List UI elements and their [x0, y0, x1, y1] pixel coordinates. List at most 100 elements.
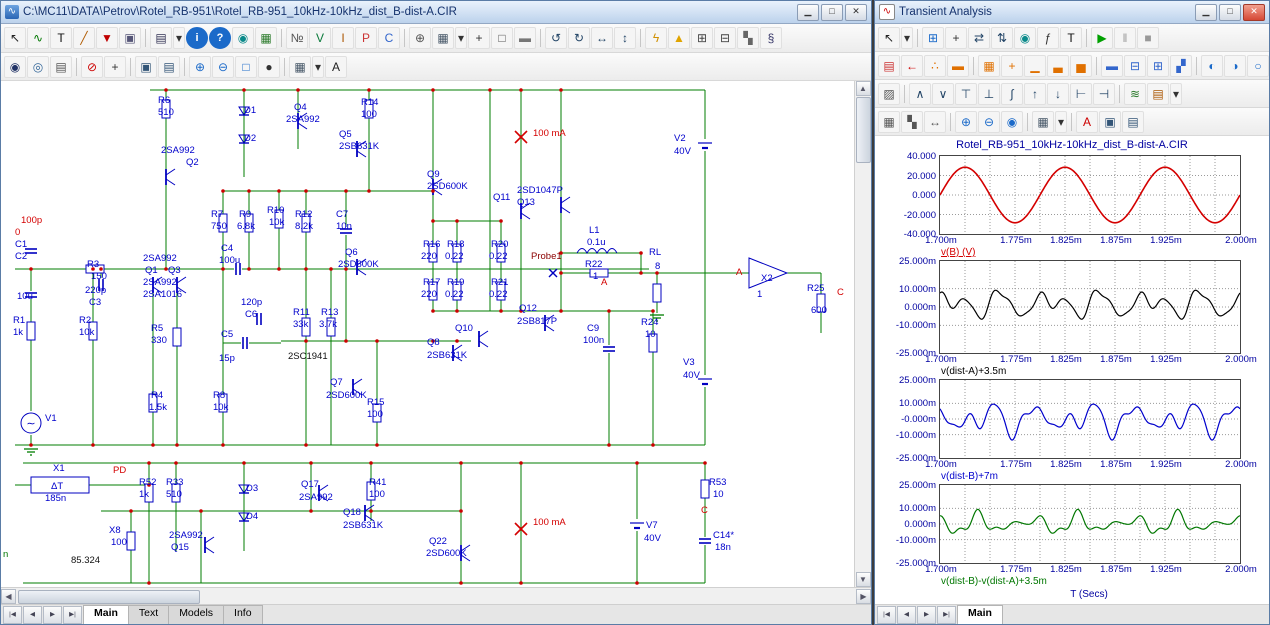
point-tag-icon[interactable]: ⇄	[968, 27, 990, 49]
waveform-label-4[interactable]: v(dist-B)-v(dist-A)+3.5m	[941, 576, 1269, 589]
grid-dropdown-icon[interactable]: ▾	[1055, 111, 1067, 133]
font-color-icon[interactable]: A	[1076, 111, 1098, 133]
help-topics-icon[interactable]: §	[760, 27, 782, 49]
go-to-low-icon[interactable]: ⊥	[978, 83, 1000, 105]
wire-mode-icon[interactable]: ∿	[27, 27, 49, 49]
edit-limits-icon[interactable]: ▨	[878, 83, 900, 105]
plot-2[interactable]: 25.000m10.000m0.000m-10.000m-25.000m	[939, 260, 1241, 354]
cursor-mode-icon[interactable]: +	[945, 27, 967, 49]
copy-page-icon[interactable]: ▤	[1122, 111, 1144, 133]
waveform-plot-area[interactable]: Rotel_RB-951_10kHz-10kHz_dist_B-dist-A.C…	[875, 136, 1269, 604]
clipboard-icon[interactable]: ▤	[1147, 83, 1169, 105]
split-plots-icon[interactable]: ▞	[1170, 55, 1192, 77]
grid-toggle-icon[interactable]: ▦	[432, 27, 454, 49]
horizontal-axis-icon[interactable]: ▃	[1047, 55, 1069, 77]
power-display-icon[interactable]: P	[355, 27, 377, 49]
go-to-valley-icon[interactable]: ∨	[932, 83, 954, 105]
link-mode-icon[interactable]: ◉	[232, 27, 254, 49]
go-to-peak-icon[interactable]: ∧	[909, 83, 931, 105]
zoom-ratio-icon[interactable]: ◉	[1001, 111, 1023, 133]
horizontal-scrollbar[interactable]: ◀ ▶	[1, 587, 871, 604]
waveform-label-2[interactable]: v(dist-A)+3.5m	[941, 366, 1269, 379]
one-plot-icon[interactable]: ▬	[1101, 55, 1123, 77]
warning-icon[interactable]: ▲	[668, 27, 690, 49]
graphics-mode-icon[interactable]: ╱	[73, 27, 95, 49]
close-button[interactable]: ✕	[1243, 4, 1265, 21]
pin-connections-icon[interactable]: ⊕	[409, 27, 431, 49]
tab-nav-next-button[interactable]: ▶	[917, 606, 936, 624]
condition-display-icon[interactable]: C	[378, 27, 400, 49]
scale-mode-icon[interactable]: ⊞	[922, 27, 944, 49]
grid-toggle-icon[interactable]: ▦	[1032, 111, 1054, 133]
tab-nav-first-button[interactable]: |◀	[3, 606, 22, 624]
vertical-tag-icon[interactable]: ⇅	[991, 27, 1013, 49]
grid-dropdown-icon[interactable]: ▾	[455, 27, 467, 49]
component-dropdown-icon[interactable]: ▾	[173, 27, 185, 49]
tile-windows-icon[interactable]: ▚	[737, 27, 759, 49]
current-display-icon[interactable]: I	[332, 27, 354, 49]
minimize-button[interactable]: ▁	[1195, 4, 1217, 21]
run-icon[interactable]: ▶	[1091, 27, 1113, 49]
find-icon[interactable]: ◉	[4, 56, 26, 78]
info-mode-icon[interactable]: i	[186, 27, 208, 49]
title-block-icon[interactable]: ▬	[514, 27, 536, 49]
vertical-scroll-thumb[interactable]	[856, 97, 871, 163]
zoom-in-icon[interactable]: ⊕	[955, 111, 977, 133]
analysis-limits-icon[interactable]: ▤	[878, 55, 900, 77]
cursor-right-icon[interactable]: ⊣	[1093, 83, 1115, 105]
tokens-icon[interactable]: ▬	[947, 55, 969, 77]
zoom-out-icon[interactable]: ⊖	[212, 56, 234, 78]
go-to-inflection-icon[interactable]: ∫	[1001, 83, 1023, 105]
waveform-label-3[interactable]: v(dist-B)+7m	[941, 471, 1269, 484]
calculator-icon[interactable]: ▦	[878, 111, 900, 133]
data-points-icon[interactable]: ∴	[924, 55, 946, 77]
node-numbers-icon[interactable]: №	[286, 27, 308, 49]
font-icon[interactable]: A	[325, 56, 347, 78]
tab-nav-next-button[interactable]: ▶	[43, 606, 62, 624]
text-mode-icon[interactable]: T	[50, 27, 72, 49]
tab-models[interactable]: Models	[168, 605, 224, 624]
add-part-icon[interactable]: +	[104, 56, 126, 78]
tab-nav-prev-button[interactable]: ◀	[23, 606, 42, 624]
zoom-area-icon[interactable]: □	[235, 56, 257, 78]
waveform-label-1[interactable]: v(B) (V)	[941, 247, 1269, 260]
node-voltages-icon[interactable]: V	[309, 27, 331, 49]
flip-y-icon[interactable]: ↕	[614, 27, 636, 49]
ruler-icon[interactable]: ▦	[978, 55, 1000, 77]
stop-icon[interactable]: ■	[1137, 27, 1159, 49]
rotate-ccw-icon[interactable]: ↺	[545, 27, 567, 49]
picture-mode-icon[interactable]: ▣	[119, 27, 141, 49]
global-high-icon[interactable]: ↑	[1024, 83, 1046, 105]
scroll-down-button[interactable]: ▼	[856, 572, 871, 587]
tab-main[interactable]: Main	[83, 605, 129, 624]
pan-icon[interactable]: ↔	[924, 111, 946, 133]
copy-picture-icon[interactable]: ▣	[1099, 111, 1121, 133]
waveform-buffer-icon[interactable]: ≋	[1124, 83, 1146, 105]
baseline-icon[interactable]: ▁	[1024, 55, 1046, 77]
global-low-icon[interactable]: ↓	[1047, 83, 1069, 105]
help-mode-icon[interactable]: ?	[209, 27, 231, 49]
cross-hair-icon[interactable]: +	[468, 27, 490, 49]
select-dropdown-icon[interactable]: ▾	[901, 27, 913, 49]
tab-nav-last-button[interactable]: ▶|	[63, 606, 82, 624]
close-button[interactable]: ✕	[845, 4, 867, 21]
four-plots-icon[interactable]: ⊞	[1147, 55, 1169, 77]
exit-analysis-icon[interactable]: ←	[901, 55, 923, 77]
plot-1[interactable]: 40.00020.0000.000-20.000-40.000	[939, 155, 1241, 235]
plus-mark-icon[interactable]: +	[1001, 55, 1023, 77]
vertical-scrollbar[interactable]: ▲ ▼	[854, 81, 871, 587]
schematic-titlebar[interactable]: ∿ C:\MC11\DATA\Petrov\Rotel_RB-951\Rotel…	[1, 1, 871, 24]
maximize-button[interactable]: □	[1219, 4, 1241, 21]
copy-to-clipboard-icon[interactable]: ▣	[135, 56, 157, 78]
zoom-in-icon[interactable]: ⊕	[189, 56, 211, 78]
full-view-icon[interactable]: ○	[1247, 55, 1269, 77]
scroll-right-button[interactable]: ▶	[856, 589, 871, 604]
horizontal-scroll-thumb[interactable]	[18, 590, 200, 604]
flag-mode-icon[interactable]: ▼	[96, 27, 118, 49]
tab-info[interactable]: Info	[223, 605, 263, 624]
zoom-out-icon[interactable]: ⊖	[978, 111, 1000, 133]
tab-nav-last-button[interactable]: ▶|	[937, 606, 956, 624]
pause-icon[interactable]: ‖	[1114, 27, 1136, 49]
watch-icon[interactable]: ▚	[901, 111, 923, 133]
add-sheet-icon[interactable]: ⊞	[691, 27, 713, 49]
